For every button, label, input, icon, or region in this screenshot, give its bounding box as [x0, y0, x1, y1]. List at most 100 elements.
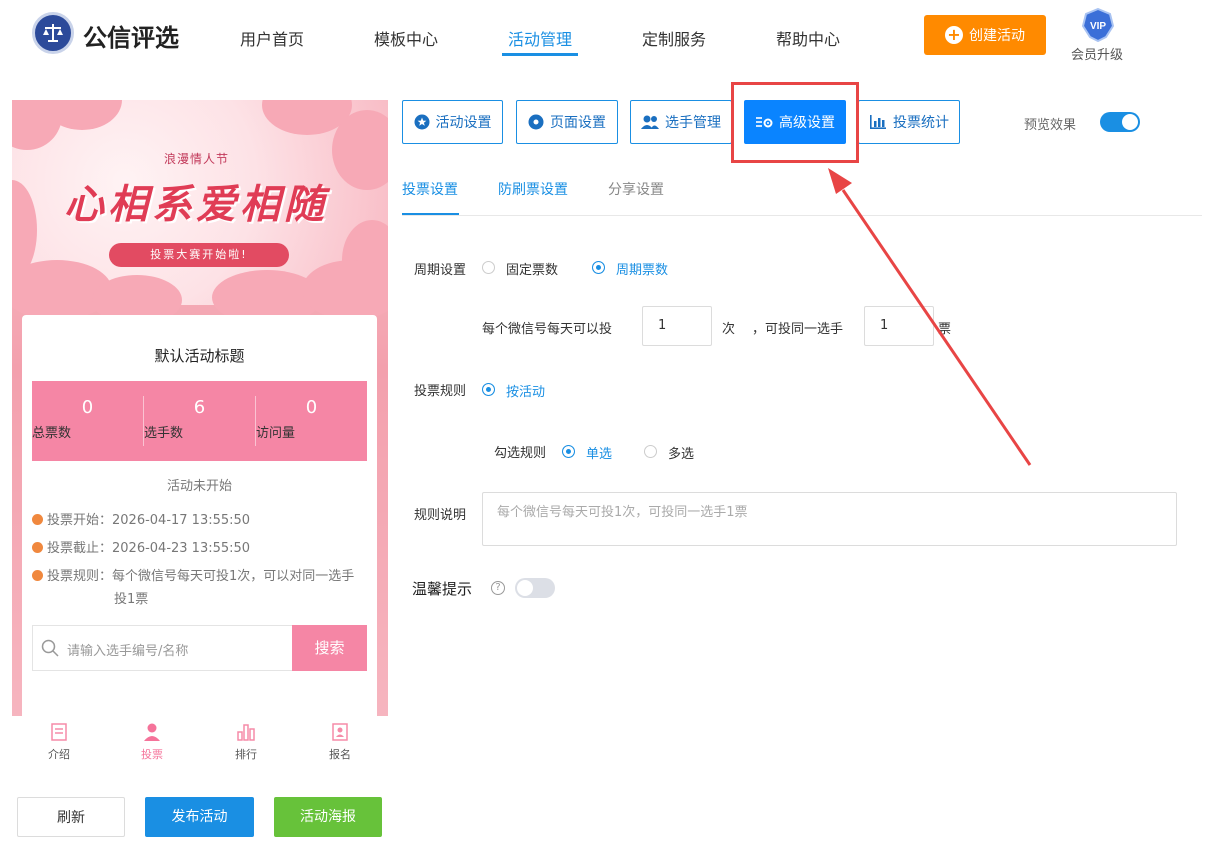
highlight-annotation-box: [731, 82, 859, 163]
stat-label: 选手数: [144, 426, 184, 441]
tab-activity-settings[interactable]: 活动设置: [402, 100, 503, 144]
rule-description-label: 规则说明: [414, 508, 467, 523]
tab-page-settings[interactable]: 页面设置: [516, 100, 618, 144]
mobile-tab-bar: 介绍 投票 排行 报名: [12, 716, 388, 770]
subtab-anti-fraud[interactable]: 防刷票设置: [498, 179, 568, 199]
radio-fixed-votes[interactable]: [482, 261, 495, 274]
mobile-preview: 浪漫情人节 心相系爱相随 投票大赛开始啦! 默认活动标题 0 总票数 6 选手数…: [12, 100, 388, 770]
search-placeholder[interactable]: 请输入选手编号/名称: [67, 640, 188, 659]
subtab-active-underline: [402, 213, 459, 215]
tab-label: 排行: [235, 748, 257, 761]
flower-icon: [528, 114, 544, 130]
vip-upgrade-label[interactable]: 会员升级: [1071, 44, 1123, 63]
nav-item-custom-service[interactable]: 定制服务: [642, 26, 706, 50]
toggle-knob: [1122, 114, 1138, 130]
radio-multi-choice[interactable]: [644, 445, 657, 458]
banner-image: 浪漫情人节 心相系爱相随 投票大赛开始啦!: [12, 100, 388, 325]
banner-pill: 投票大赛开始啦!: [109, 243, 289, 267]
radio-multi-choice-label[interactable]: 多选: [668, 443, 694, 462]
scales-logo-icon[interactable]: [32, 12, 74, 54]
info-vote-end: 投票截止：2026-04-23 13:55:50: [32, 537, 250, 560]
subtab-vote-settings[interactable]: 投票设置: [402, 179, 458, 199]
nav-item-templates[interactable]: 模板中心: [374, 26, 438, 50]
activity-card: 默认活动标题 0 总票数 6 选手数 0 访问量 活动未开始 投票开始：2026…: [22, 315, 377, 755]
warm-tip-label: 温馨提示: [412, 580, 473, 598]
info-icon: [32, 570, 43, 581]
refresh-button[interactable]: 刷新: [17, 797, 125, 837]
vip-text: VIP: [1090, 21, 1106, 32]
plus-icon: +: [945, 26, 963, 44]
publish-activity-button[interactable]: 发布活动: [145, 797, 254, 837]
radio-single-choice[interactable]: [562, 445, 575, 458]
bar-chart-icon: [237, 724, 255, 741]
per-day-votes-input[interactable]: 1: [642, 306, 712, 346]
stat-label: 总票数: [32, 426, 72, 441]
info-vote-rule: 投票规则：每个微信号每天可投1次，可以对同一选手: [32, 565, 354, 588]
nav-item-help[interactable]: 帮助中心: [776, 26, 840, 50]
info-vote-rule-cont: 投1票: [114, 592, 149, 607]
banner-subtitle: 浪漫情人节: [164, 152, 230, 166]
users-icon: [641, 115, 659, 129]
nav-active-underline: [502, 53, 578, 56]
document-icon: [51, 723, 67, 741]
tab-label: 选手管理: [665, 115, 721, 131]
stat-label: 访问量: [256, 426, 296, 441]
info-vote-start: 投票开始：2026-04-17 13:55:50: [32, 509, 250, 532]
cycle-settings-label: 周期设置: [414, 263, 467, 278]
tab-label: 投票: [141, 748, 163, 761]
vote-rule-label: 投票规则: [414, 384, 467, 399]
create-activity-label: 创建活动: [969, 28, 1025, 44]
clock-icon: [32, 542, 43, 553]
bar-chart-icon: [870, 115, 886, 129]
stat-visits: 0 访问量: [256, 381, 367, 461]
per-day-label: 每个微信号每天可以投: [482, 322, 613, 337]
preview-effect-toggle[interactable]: [1100, 112, 1140, 132]
search-icon: [41, 639, 59, 657]
badge-icon: [332, 723, 348, 741]
top-nav: 公信评选 用户首页 模板中心 活动管理 定制服务 帮助中心 + 创建活动 VIP…: [0, 0, 1208, 72]
radio-fixed-votes-label[interactable]: 固定票数: [506, 259, 558, 278]
stat-value: 0: [305, 397, 318, 418]
search-button[interactable]: 搜索: [292, 625, 367, 671]
nav-item-home[interactable]: 用户首页: [240, 26, 304, 50]
vip-badge-icon[interactable]: VIP: [1080, 8, 1116, 42]
player-search-box[interactable]: 请输入选手编号/名称 搜索: [32, 625, 367, 671]
activity-status: 活动未开始: [166, 479, 232, 494]
activity-poster-button[interactable]: 活动海报: [274, 797, 382, 837]
stat-value: 0: [81, 397, 94, 418]
tab-vote[interactable]: 投票: [122, 722, 182, 762]
subtab-share-settings[interactable]: 分享设置: [608, 179, 664, 199]
tab-ranking[interactable]: 排行: [216, 722, 276, 762]
radio-cycle-votes-label[interactable]: 周期票数: [616, 259, 668, 278]
stat-total-votes: 0 总票数: [32, 381, 143, 461]
toggle-knob: [517, 580, 533, 596]
radio-by-activity-label[interactable]: 按活动: [506, 381, 545, 400]
same-player-votes-input[interactable]: 1: [864, 306, 934, 346]
brand-name[interactable]: 公信评选: [83, 18, 179, 53]
stat-value: 6: [193, 397, 206, 418]
warm-tip-toggle[interactable]: [515, 578, 555, 598]
star-icon: [414, 114, 429, 130]
stats-panel: 0 总票数 6 选手数 0 访问量: [32, 381, 367, 461]
radio-single-choice-label[interactable]: 单选: [586, 443, 612, 462]
tab-vote-statistics[interactable]: 投票统计: [858, 100, 960, 144]
person-icon: [144, 723, 160, 741]
nav-item-activity-management[interactable]: 活动管理: [508, 26, 572, 50]
clock-icon: [32, 514, 43, 525]
tab-intro[interactable]: 介绍: [29, 722, 89, 762]
rule-description-textarea[interactable]: 每个微信号每天可投1次，可投同一选手1票: [482, 492, 1177, 546]
tab-label: 页面设置: [550, 115, 606, 131]
radio-by-activity[interactable]: [482, 383, 495, 396]
stat-players: 6 选手数: [144, 381, 255, 461]
tab-player-management[interactable]: 选手管理: [630, 100, 732, 144]
tab-signup[interactable]: 报名: [310, 722, 370, 762]
radio-cycle-votes[interactable]: [592, 261, 605, 274]
help-icon[interactable]: ?: [491, 581, 505, 595]
tab-label: 介绍: [48, 748, 70, 761]
banner-title: 心相系爱相随: [64, 181, 328, 228]
tab-label: 报名: [329, 748, 351, 761]
create-activity-button[interactable]: + 创建活动: [924, 15, 1046, 55]
check-rule-label: 勾选规则: [494, 446, 547, 461]
subtab-divider: [402, 215, 1202, 216]
tab-label: 投票统计: [893, 115, 949, 131]
